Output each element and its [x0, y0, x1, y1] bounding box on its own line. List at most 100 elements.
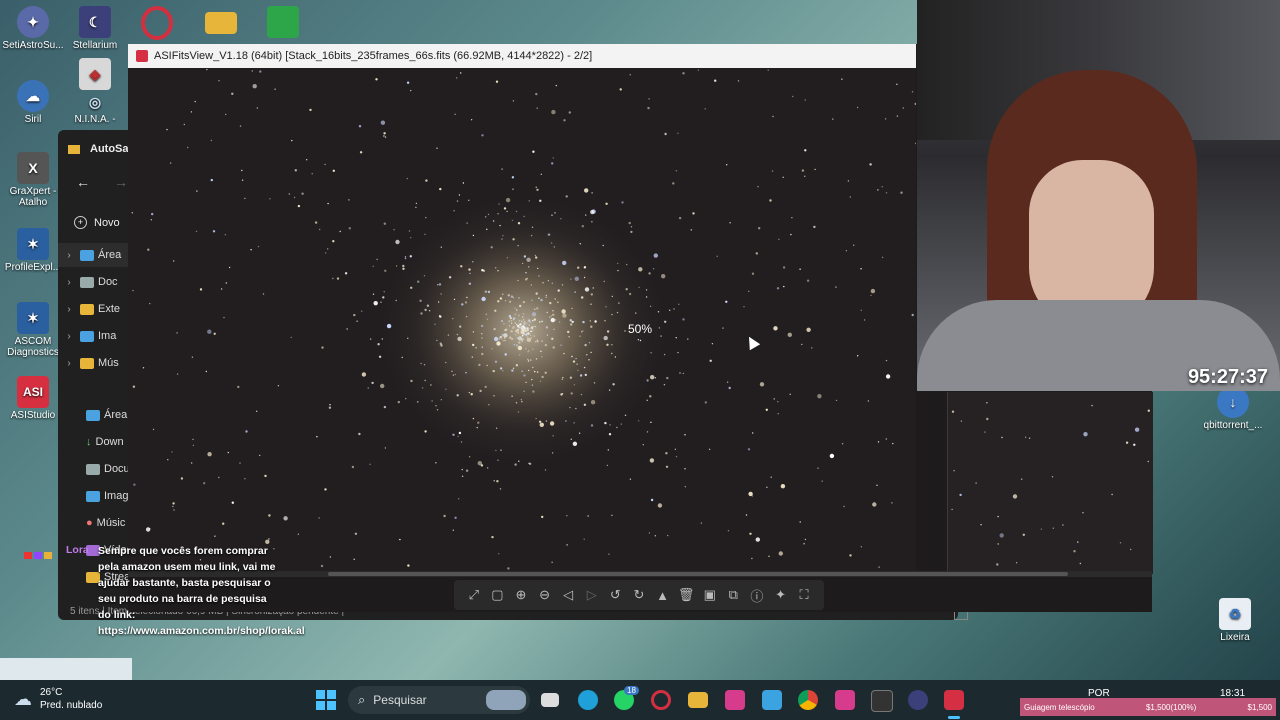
star — [320, 564, 324, 568]
annotate-icon[interactable]: ⛶ — [795, 586, 813, 604]
star — [885, 192, 888, 194]
star-detect-icon[interactable]: ✦ — [772, 586, 790, 604]
desktop-icon-graxpert[interactable]: X GraXpert - Atalho — [0, 152, 66, 208]
star — [608, 553, 610, 555]
stellarium-taskbar-icon[interactable] — [908, 690, 928, 710]
save-icon[interactable]: ▣ — [701, 586, 719, 604]
zoom-out-icon[interactable]: ⊖ — [536, 586, 554, 604]
histogram-icon[interactable]: ▲ — [654, 586, 672, 604]
zoom-in-icon[interactable]: ⊕ — [512, 586, 530, 604]
star — [700, 522, 703, 524]
star — [682, 372, 684, 375]
star — [225, 113, 227, 116]
desktop-icon-qbittorrent[interactable]: ↓ qbittorrent_... — [1200, 386, 1266, 431]
star — [635, 312, 637, 314]
star — [529, 330, 532, 333]
quick-item-music[interactable]: ● Músic — [86, 511, 125, 535]
desktop-icon-stellarium[interactable]: ☾ Stellarium — [62, 6, 128, 51]
scrollbar-thumb[interactable] — [328, 572, 1068, 576]
desktop-icon-recycle-bin[interactable]: ♻ Lixeira — [1202, 598, 1268, 643]
star — [521, 320, 523, 322]
star — [535, 186, 537, 188]
window-title: ASIFitsView_V1.18 (64bit) [Stack_16bits_… — [154, 50, 593, 62]
star — [579, 374, 583, 377]
star — [244, 478, 246, 480]
star — [369, 463, 371, 465]
desktop-icon-setiastro[interactable]: ✦ SetiAstroSu... — [0, 6, 66, 51]
star — [755, 252, 758, 255]
task-view-icon[interactable] — [541, 693, 559, 707]
star — [755, 537, 760, 542]
quick-item-documents[interactable]: Docu — [86, 457, 130, 481]
desktop-icon-ascom-diagnostics[interactable]: ✶ ASCOM Diagnostics — [0, 302, 66, 358]
tree-item-documents[interactable]: › Doc — [58, 270, 117, 294]
edge-icon[interactable] — [578, 690, 598, 710]
terminal-icon[interactable] — [871, 690, 893, 712]
compare-icon[interactable]: ⧉ — [724, 586, 742, 604]
star — [199, 288, 203, 291]
star — [528, 369, 530, 372]
star — [590, 351, 592, 354]
taskbar-search[interactable]: ⌕ Pesquisar — [348, 686, 530, 714]
chrome-icon[interactable] — [798, 690, 818, 710]
quick-item-downloads[interactable]: ↓ Down — [86, 430, 124, 454]
star — [585, 214, 587, 216]
start-button[interactable] — [316, 690, 336, 710]
app-blue-icon[interactable] — [762, 690, 782, 710]
desktop-icon-asistudio[interactable]: ASI ASIStudio — [0, 376, 66, 421]
previous-icon[interactable]: ◁ — [559, 586, 577, 604]
desktop-icon-nina[interactable]: ◈ ◎ N.I.N.A. - — [62, 58, 128, 125]
star — [1012, 494, 1018, 499]
star — [649, 458, 655, 463]
horizontal-scrollbar[interactable] — [128, 571, 1152, 577]
rotate-right-icon[interactable]: ↻ — [630, 586, 648, 604]
chevron-right-icon: › — [67, 357, 71, 369]
star — [464, 301, 468, 304]
delete-icon[interactable]: 🗑 — [677, 586, 695, 604]
star — [142, 367, 145, 369]
next-icon[interactable]: ▷ — [583, 586, 601, 604]
star — [608, 433, 612, 436]
info-icon[interactable]: ⓘ — [748, 586, 766, 604]
opera-taskbar-icon[interactable] — [651, 690, 671, 710]
quick-item-area[interactable]: Área — [86, 403, 127, 427]
tree-item-area[interactable]: › Área — [58, 243, 128, 267]
star — [437, 301, 440, 303]
star — [479, 389, 482, 393]
desktop-icon-opera[interactable] — [124, 6, 190, 42]
desktop-icon-green-app[interactable] — [250, 6, 316, 40]
star — [506, 257, 509, 259]
star — [491, 535, 494, 539]
window-titlebar[interactable]: ASIFitsView_V1.18 (64bit) [Stack_16bits_… — [128, 44, 916, 68]
star — [456, 200, 459, 202]
asifitsview-taskbar-icon[interactable] — [944, 690, 964, 710]
star — [373, 301, 378, 306]
actual-size-icon[interactable]: ▢ — [488, 586, 506, 604]
new-button[interactable]: + Novo — [74, 216, 120, 229]
tree-item-music[interactable]: › Mús — [58, 351, 118, 375]
star — [456, 394, 459, 397]
star — [497, 459, 499, 461]
desktop-icon-folder[interactable] — [188, 6, 254, 36]
fit-to-window-icon[interactable]: ⤢ — [465, 586, 483, 604]
desktop-icon-profileexplorer[interactable]: ✶ ProfileExpl... — [0, 228, 66, 273]
weather-widget[interactable]: ☁ 26°C Pred. nublado — [14, 686, 102, 712]
desktop-icon-siril[interactable]: ☁ Siril — [0, 80, 66, 125]
star — [806, 327, 811, 332]
fits-image-canvas[interactable]: 50% — [128, 68, 916, 574]
app-pink-icon[interactable] — [725, 690, 745, 710]
forward-arrow-icon[interactable]: → — [114, 174, 128, 190]
star — [544, 371, 547, 374]
app-magenta-icon[interactable] — [835, 690, 855, 710]
star — [194, 100, 196, 103]
star — [539, 380, 542, 382]
star — [527, 360, 530, 362]
star — [402, 267, 405, 270]
tree-item-external[interactable]: › Exte — [58, 297, 120, 321]
tree-item-images[interactable]: › Ima — [58, 324, 116, 348]
file-explorer-icon[interactable] — [688, 692, 708, 708]
rotate-left-icon[interactable]: ↺ — [606, 586, 624, 604]
star — [306, 159, 308, 161]
back-arrow-icon[interactable]: ← — [76, 174, 90, 190]
star — [534, 370, 536, 373]
